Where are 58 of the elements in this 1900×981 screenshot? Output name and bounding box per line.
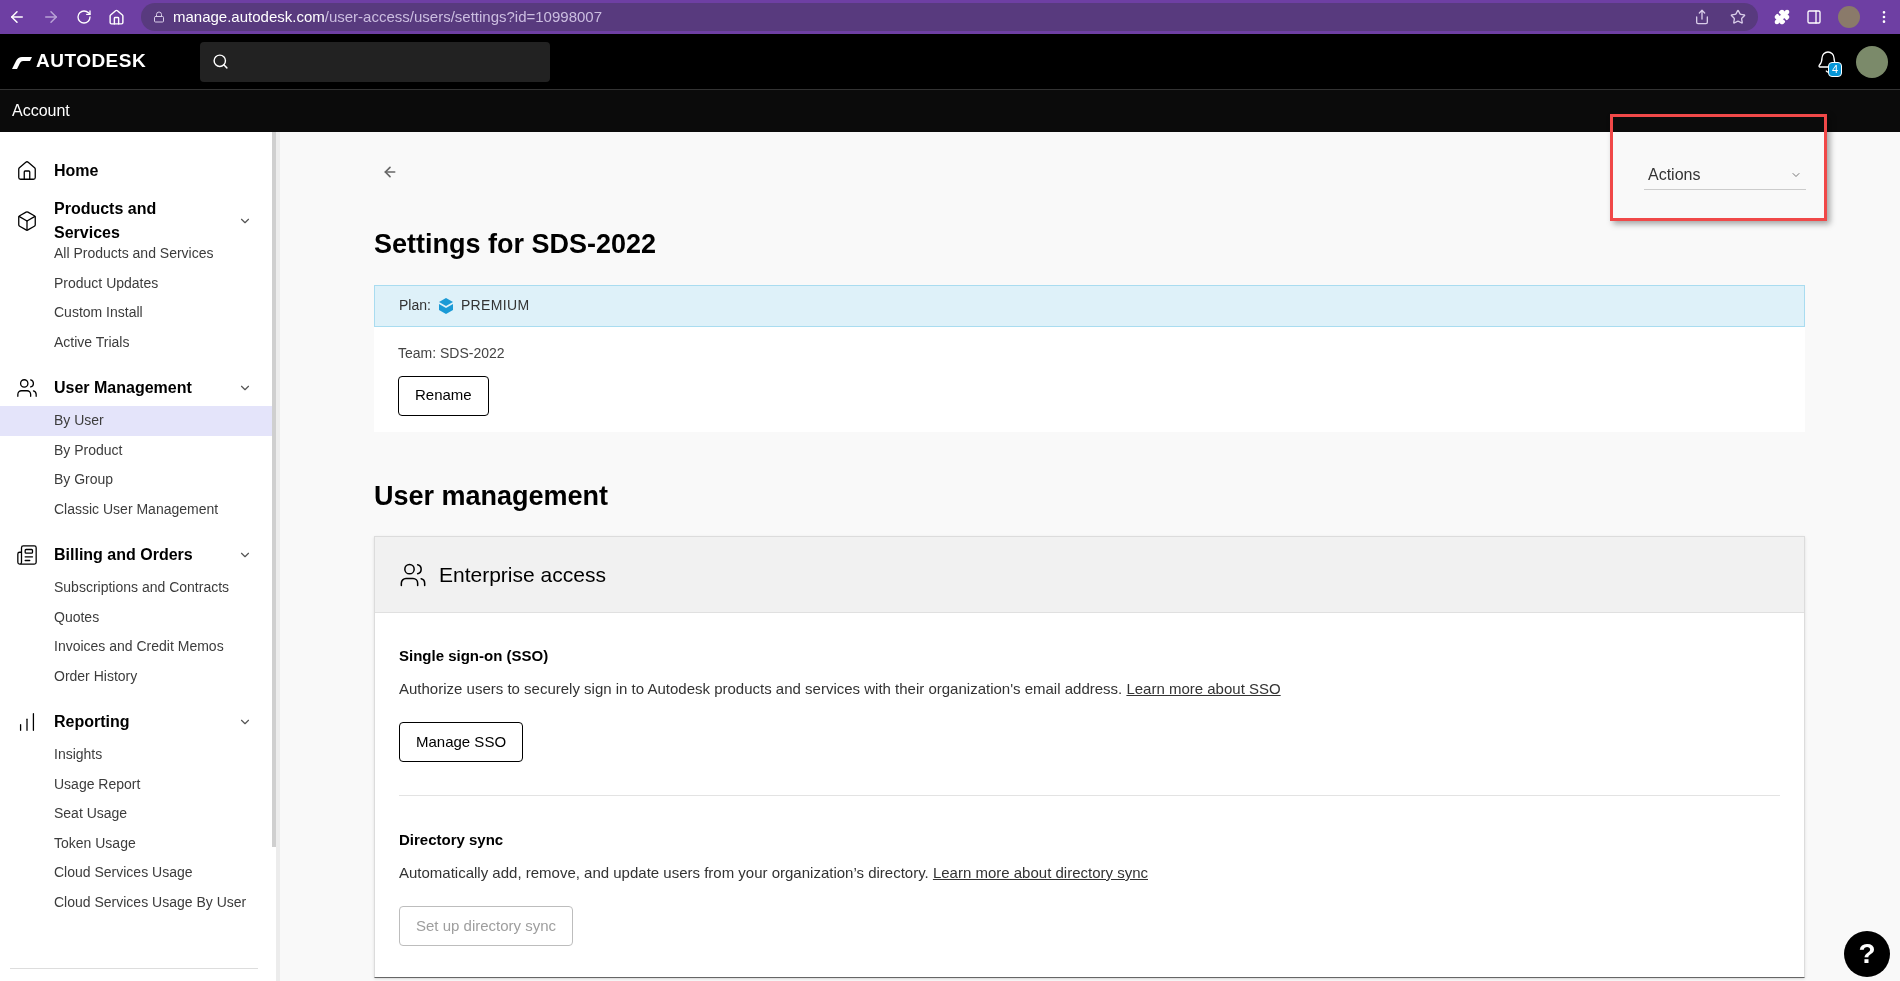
people-icon — [16, 377, 38, 399]
sidebar-item[interactable]: Cloud Services Usage By User — [0, 887, 276, 917]
learn-more-link[interactable]: Learn more about directory sync — [932, 863, 1148, 881]
share-icon[interactable] — [1694, 9, 1710, 25]
cube-icon — [16, 210, 38, 232]
url-text: manage.autodesk.com/user-access/users/settings?id=10998007 — [173, 6, 603, 27]
logo-text[interactable]: AUTODESK — [36, 47, 147, 76]
sidebar-item[interactable]: Custom Install — [0, 298, 276, 328]
plan-value: PREMIUM — [460, 296, 530, 315]
home-icon — [16, 160, 38, 182]
sidebar-item[interactable]: Classic User Management — [0, 494, 276, 524]
sidebar-item[interactable]: Active Trials — [0, 327, 276, 357]
rename-button[interactable]: Rename — [398, 375, 489, 416]
sidebar-item[interactable]: Insights — [0, 740, 276, 770]
sidebar-item[interactable]: By Product — [0, 435, 276, 465]
help-button[interactable]: ? — [1844, 931, 1890, 977]
stack-icon — [438, 297, 453, 314]
card-title: Enterprise access — [439, 561, 606, 588]
team-name: Team: SDS-2022 — [398, 343, 505, 363]
sidebar-section-header[interactable]: Reporting — [54, 710, 222, 734]
sidebar-item[interactable]: Seat Usage — [0, 799, 276, 829]
sidebar-item[interactable]: Product Updates — [0, 268, 276, 298]
search-icon — [212, 53, 229, 70]
user-avatar[interactable] — [1856, 45, 1888, 78]
sidebar-item[interactable]: Subscriptions and Contracts — [0, 573, 276, 603]
lock-icon — [153, 11, 165, 23]
subsection-description: Authorize users to securely sign in to Autodesk products and services with their organization's email address. Learn more about SSO — [399, 678, 1282, 699]
sidebar-section-header[interactable]: Billing and Orders — [54, 543, 222, 567]
subsection-button[interactable]: Manage SSO — [399, 722, 524, 762]
reload-icon[interactable] — [76, 9, 92, 25]
back-arrow-icon[interactable] — [382, 164, 398, 180]
home-icon[interactable] — [108, 8, 125, 26]
logo-icon — [12, 54, 32, 69]
side-panel-icon[interactable] — [1806, 9, 1822, 25]
page-title: Settings for SDS-2022 — [374, 228, 658, 261]
star-icon[interactable] — [1730, 9, 1746, 25]
account-title: Account — [12, 101, 70, 121]
notification-count: 4 — [1828, 61, 1843, 77]
subsection-title: Directory sync — [399, 830, 505, 850]
sidebar-section-header[interactable]: User Management — [54, 376, 222, 400]
extensions-icon[interactable] — [1774, 9, 1790, 25]
sidebar-item[interactable]: Token Usage — [0, 828, 276, 858]
sidebar-link[interactable]: Home — [54, 159, 99, 183]
sidebar-item[interactable]: Cloud Services Usage — [0, 858, 276, 888]
subsection-description: Automatically add, remove, and update users from your organization’s directory. Learn more about directory sync — [399, 862, 1149, 883]
sidebar-item[interactable]: By Group — [0, 465, 276, 495]
subsection-title: Single sign-on (SSO) — [399, 646, 550, 666]
address-bar[interactable]: manage.autodesk.com/user-access/users/settings?id=10998007 — [141, 3, 1758, 31]
sidebar-item[interactable]: Order History — [0, 661, 276, 691]
sidebar-item[interactable]: Usage Report — [0, 769, 276, 799]
plan-label: Plan: — [399, 296, 431, 315]
learn-more-link[interactable]: Learn more about SSO — [1126, 679, 1281, 697]
sidebar-item[interactable]: Quotes — [0, 602, 276, 632]
forward-arrow-icon[interactable] — [42, 8, 60, 26]
section-heading: User management — [374, 479, 610, 513]
actions-dropdown[interactable]: Actions — [1644, 160, 1806, 190]
search-field[interactable] — [200, 41, 550, 82]
sidebar-item[interactable]: Invoices and Credit Memos — [0, 632, 276, 662]
